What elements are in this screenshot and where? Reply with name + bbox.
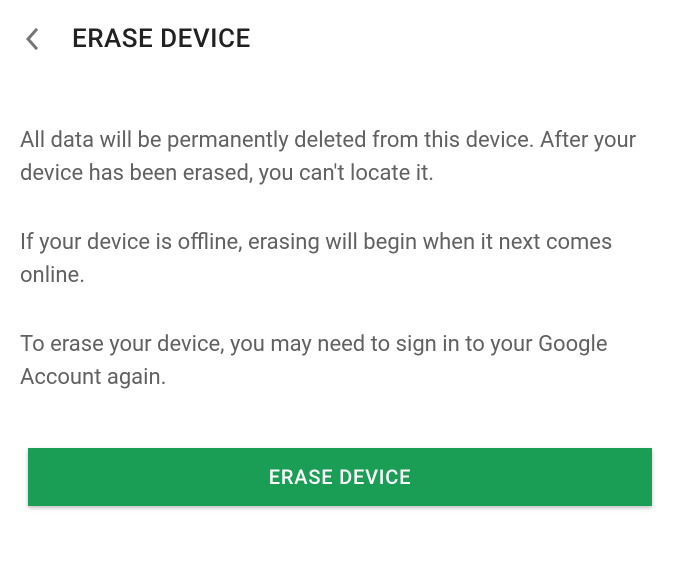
back-icon[interactable] (20, 27, 44, 51)
content-area: All data will be permanently deleted fro… (0, 74, 680, 394)
page-title: ERASE DEVICE (72, 24, 251, 54)
warning-text-2: If your device is offline, erasing will … (20, 226, 660, 292)
warning-text-1: All data will be permanently deleted fro… (20, 124, 660, 190)
button-container: ERASE DEVICE (0, 430, 680, 506)
header: ERASE DEVICE (0, 0, 680, 74)
erase-device-button[interactable]: ERASE DEVICE (28, 448, 652, 506)
warning-text-3: To erase your device, you may need to si… (20, 328, 660, 394)
